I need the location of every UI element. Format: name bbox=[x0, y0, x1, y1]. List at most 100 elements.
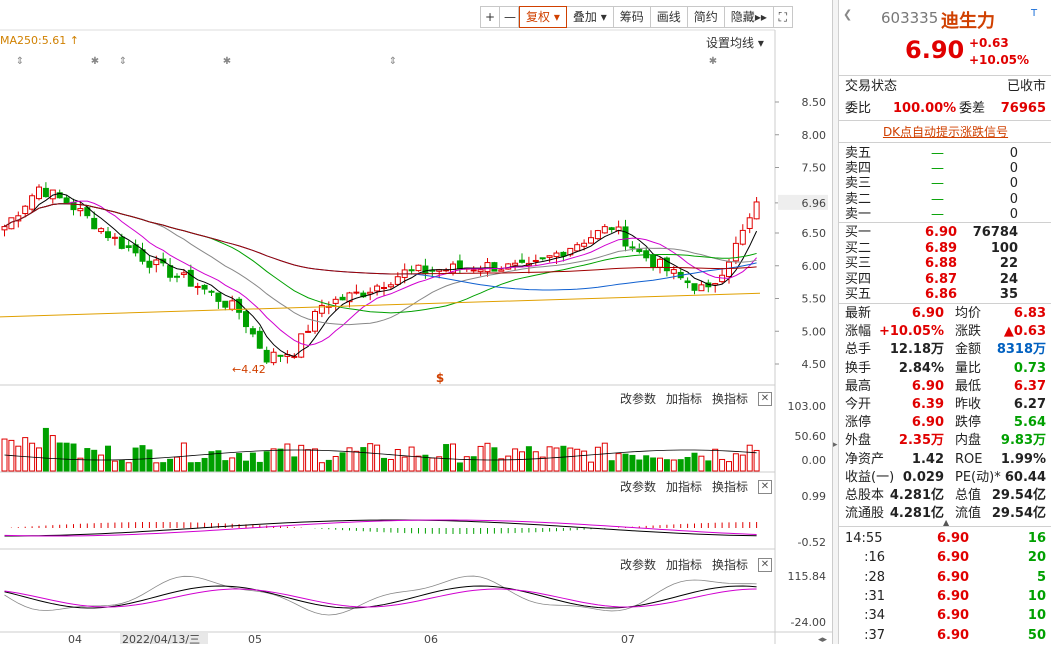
switch-indicator-button[interactable]: 换指标 bbox=[712, 478, 748, 495]
stat-value: 2.35万 bbox=[898, 433, 944, 449]
level-volume: 35 bbox=[999, 287, 1018, 302]
stat-label: 涨幅 bbox=[845, 324, 872, 340]
candle-body bbox=[408, 269, 415, 272]
buy-level-row[interactable]: 买五 6.86 35 bbox=[845, 287, 1048, 302]
y-tick-label: 6.00 bbox=[802, 260, 827, 273]
back-arrow-icon[interactable]: ❮ bbox=[843, 8, 852, 21]
volume-bar bbox=[22, 437, 29, 472]
add-indicator-button[interactable]: 加指标 bbox=[666, 390, 702, 407]
draw-line-button[interactable]: 画线 bbox=[650, 6, 688, 28]
level-label: 卖五 bbox=[845, 146, 872, 161]
candle-body bbox=[215, 292, 222, 302]
volume-bar bbox=[118, 459, 125, 472]
modify-params-button[interactable]: 改参数 bbox=[620, 478, 656, 495]
candle-body bbox=[470, 269, 477, 272]
close-panel-icon[interactable]: ✕ bbox=[758, 480, 772, 494]
sell-level-row[interactable]: 卖一 — 0 bbox=[845, 207, 1048, 222]
close-panel-icon[interactable]: ✕ bbox=[758, 392, 772, 406]
zoom-out-button[interactable]: — bbox=[500, 6, 519, 28]
candle-body bbox=[532, 259, 539, 262]
sell-level-row[interactable]: 卖四 — 0 bbox=[845, 161, 1048, 176]
candle-body bbox=[1, 226, 8, 231]
set-ma-dropdown[interactable]: 设置均线 ▾ bbox=[706, 34, 764, 51]
info-icon[interactable]: T bbox=[1031, 8, 1037, 19]
volume-bar bbox=[450, 443, 456, 472]
volume-bar bbox=[229, 457, 236, 472]
weibi-row: 委比 100.00% 委差 76965 bbox=[845, 100, 1048, 118]
tick-volume: 16 bbox=[1027, 531, 1046, 546]
modify-params-button[interactable]: 改参数 bbox=[620, 390, 656, 407]
buy-level-row[interactable]: 买二 6.89 100 bbox=[845, 241, 1048, 256]
buy-level-row[interactable]: 买四 6.87 24 bbox=[845, 272, 1048, 287]
level-price: 6.86 bbox=[925, 287, 958, 302]
volume-bar bbox=[698, 455, 705, 472]
candle-body bbox=[574, 244, 581, 252]
restore-rights-dropdown[interactable]: 复权 ▾ bbox=[519, 6, 567, 28]
candle-body bbox=[125, 245, 132, 248]
volume-bar bbox=[332, 455, 339, 472]
volume-bar bbox=[70, 443, 77, 472]
stat-label: 流值 bbox=[955, 506, 982, 522]
candle-body bbox=[546, 255, 553, 258]
hide-panel-button[interactable]: 隐藏▸▸ bbox=[724, 6, 774, 28]
volume-bar bbox=[732, 453, 739, 472]
volume-bar bbox=[691, 452, 698, 472]
stat-label: 换手 bbox=[845, 360, 872, 376]
stat-value: 60.44 bbox=[1004, 469, 1046, 485]
sell-level-row[interactable]: 卖二 — 0 bbox=[845, 192, 1048, 207]
volume-bar bbox=[339, 452, 346, 472]
up-arrow-icon: ↑ bbox=[69, 34, 79, 47]
candle-body bbox=[305, 330, 312, 333]
candle-body bbox=[684, 280, 691, 284]
stat-row: 涨停 6.90 跌停 5.64 bbox=[845, 414, 1048, 432]
buy-level-row[interactable]: 买一 6.90 76784 bbox=[845, 225, 1048, 240]
add-indicator-button[interactable]: 加指标 bbox=[666, 556, 702, 573]
volume-bar bbox=[505, 455, 512, 472]
expand-arrow-icon[interactable]: ▲ bbox=[943, 518, 949, 527]
collapse-arrow-icon[interactable]: ▸ bbox=[833, 440, 838, 450]
kline-chart-area[interactable]: ⇕ ✱ ⇕ ✱ ⇕ ✱ 8.50 8.00 7.50 6.96 6.50 6.00 5.50 5.00 4… bbox=[0, 0, 832, 646]
candle-body bbox=[229, 300, 236, 310]
volume-bar bbox=[753, 449, 760, 472]
volume-bar bbox=[477, 445, 484, 472]
modify-params-button[interactable]: 改参数 bbox=[620, 556, 656, 573]
simple-mode-button[interactable]: 简约 bbox=[687, 6, 725, 28]
scroll-arrow-icon: ◂▸ bbox=[818, 635, 828, 644]
volume-bar bbox=[636, 459, 643, 472]
y-tick-label: 5.00 bbox=[802, 325, 827, 338]
switch-indicator-button[interactable]: 换指标 bbox=[712, 556, 748, 573]
stat-value: 1.42 bbox=[911, 451, 944, 467]
volume-bar bbox=[650, 457, 657, 472]
add-indicator-button[interactable]: 加指标 bbox=[666, 478, 702, 495]
chips-button[interactable]: 筹码 bbox=[613, 6, 651, 28]
volume-bar bbox=[670, 459, 677, 472]
volume-bar bbox=[353, 450, 360, 472]
volume-bar bbox=[712, 448, 719, 472]
volume-bar bbox=[588, 461, 594, 472]
buy-level-row[interactable]: 买三 6.88 22 bbox=[845, 256, 1048, 271]
zoom-in-button[interactable]: + bbox=[480, 6, 500, 28]
candle-body bbox=[519, 259, 525, 263]
overlay-dropdown[interactable]: 叠加 ▾ bbox=[566, 6, 614, 28]
volume-bar bbox=[629, 454, 636, 472]
fullscreen-icon[interactable]: ⛶ bbox=[773, 6, 793, 28]
stock-name[interactable]: 迪生力 bbox=[941, 7, 995, 33]
collapse-arrow-icon: ▸▸ bbox=[754, 10, 767, 24]
switch-indicator-button[interactable]: 换指标 bbox=[712, 390, 748, 407]
level-price: — bbox=[931, 176, 944, 192]
close-panel-icon[interactable]: ✕ bbox=[758, 558, 772, 572]
kdj-tick-label: -24.00 bbox=[791, 616, 826, 629]
kdj-j-line bbox=[4, 575, 757, 616]
tick-price: 6.90 bbox=[937, 550, 970, 566]
dk-signal-link[interactable]: DK点自动提示涨跌信号 bbox=[839, 123, 1051, 140]
kdj-tick-label: 115.84 bbox=[788, 570, 827, 583]
sell-level-row[interactable]: 卖三 — 0 bbox=[845, 176, 1048, 191]
volume-bar bbox=[187, 462, 194, 472]
volume-bar bbox=[42, 427, 49, 472]
stat-label: 外盘 bbox=[845, 433, 872, 449]
candle-body bbox=[512, 262, 519, 266]
sell-level-row[interactable]: 卖五 — 0 bbox=[845, 146, 1048, 161]
volume-bar bbox=[436, 456, 443, 472]
candle-body bbox=[167, 265, 174, 278]
volume-bar bbox=[415, 455, 422, 472]
